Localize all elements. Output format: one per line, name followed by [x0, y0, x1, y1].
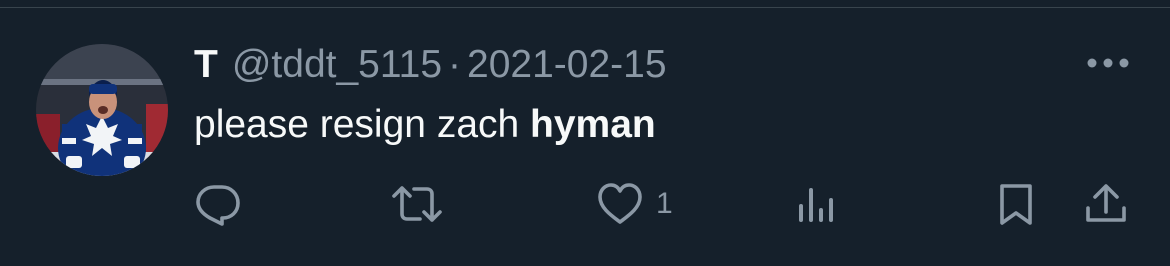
retweet-button[interactable] [388, 176, 446, 232]
like-count: 1 [656, 187, 673, 220]
display-name[interactable]: T [194, 43, 218, 87]
avatar[interactable] [36, 44, 168, 176]
bookmark-icon [1000, 184, 1032, 225]
top-divider [0, 0, 1170, 8]
hockey-player-avatar-icon [36, 44, 168, 176]
reply-icon [196, 185, 240, 226]
separator-dot: · [448, 43, 462, 86]
tweet-text: please resign zach hyman [194, 100, 656, 150]
tweet-header: T @tddt_5115 · 2021-02-15 [194, 38, 667, 92]
views-button[interactable] [796, 176, 838, 232]
tweet-text-plain: please resign zach [194, 103, 531, 146]
more-options-button[interactable] [1080, 48, 1136, 78]
tweet-text-bold: hyman [530, 103, 656, 146]
share-icon [1086, 184, 1126, 222]
heart-icon [598, 183, 642, 224]
tweet-date[interactable]: 2021-02-15 [467, 43, 667, 87]
user-handle[interactable]: @tddt_5115 [232, 43, 442, 87]
share-button[interactable] [1080, 176, 1132, 232]
more-dots-icon [1087, 58, 1129, 68]
retweet-icon [392, 186, 442, 222]
views-chart-icon [799, 188, 833, 222]
bookmark-button[interactable] [994, 176, 1038, 232]
like-button[interactable]: 1 [594, 176, 673, 232]
reply-button[interactable] [192, 176, 244, 232]
